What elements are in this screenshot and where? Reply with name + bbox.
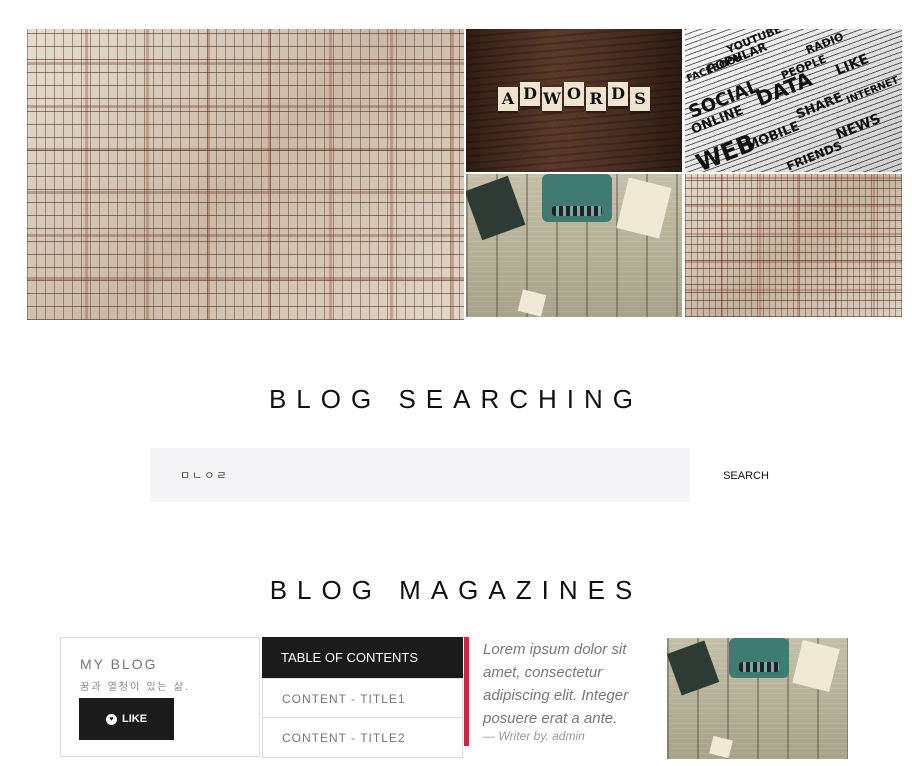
gallery-image-social-words: YOUTUBE POPULAR SOCIAL DATA WEB LIKE SHA…: [685, 29, 902, 172]
word-art: NEWS: [833, 110, 884, 144]
gallery-image-adwords: ADWORDS: [466, 29, 682, 172]
table-of-contents: TABLE OF CONTENTS CONTENT - TITLE1 CONTE…: [262, 637, 463, 758]
word-art: SHARE: [793, 90, 846, 123]
tile-letter: A: [498, 87, 518, 111]
word-art: INTERNET: [844, 75, 901, 106]
tile-letter: S: [630, 87, 650, 111]
blog-card-subtitle: 꿈과 열정이 있는 삶.: [80, 682, 191, 693]
magazine-thumbnail: [667, 638, 848, 759]
search-button[interactable]: SEARCH: [716, 466, 776, 486]
typewriter-shape: [542, 174, 612, 222]
blog-card: MY BLOG 꿈과 열정이 있는 삶. ♥ LIKE: [60, 637, 260, 757]
like-button-label: LIKE: [121, 713, 148, 725]
word-art: RADIO: [804, 30, 846, 57]
gallery-image-books-large: [27, 29, 464, 320]
notebook-shape: [667, 640, 720, 696]
search-section-title: BLOG SEARCHING: [268, 384, 644, 414]
paper-shape: [616, 177, 672, 239]
paper-shape: [709, 735, 733, 759]
quote-author: — Writer by. admin: [483, 729, 585, 743]
tile-letter: R: [586, 87, 606, 111]
typewriter-shape: [729, 638, 789, 678]
search-input[interactable]: [150, 448, 690, 502]
paper-shape: [517, 289, 547, 317]
quote-accent-bar: [464, 637, 469, 746]
like-button[interactable]: ♥ LIKE: [79, 698, 174, 740]
word-art: LIKE: [833, 51, 872, 79]
toc-item[interactable]: CONTENT - TITLE2: [262, 718, 463, 758]
word-art: FRIENDS: [784, 138, 845, 172]
word-art: MOBILE: [744, 119, 802, 154]
heart-circle-icon: ♥: [105, 713, 117, 725]
tile-letter: D: [608, 82, 628, 106]
gallery-image-books-small: [685, 174, 902, 317]
word-art: FACEBOOK: [685, 52, 745, 85]
tile-letter: O: [564, 82, 584, 106]
blog-card-title: MY BLOG: [80, 656, 158, 672]
adwords-tiles: ADWORDS: [466, 82, 682, 111]
gallery-image-typewriter: [466, 174, 682, 317]
notebook-shape: [466, 175, 526, 241]
tile-letter: W: [542, 87, 562, 111]
magazines-section-title: BLOG MAGAZINES: [269, 575, 643, 605]
toc-item[interactable]: CONTENT - TITLE1: [262, 678, 463, 718]
tile-letter: D: [520, 82, 540, 106]
paper-shape: [792, 640, 840, 692]
toc-header: TABLE OF CONTENTS: [262, 637, 463, 678]
quote-text: Lorem ipsum dolor sit amet, consectetur …: [483, 641, 629, 727]
